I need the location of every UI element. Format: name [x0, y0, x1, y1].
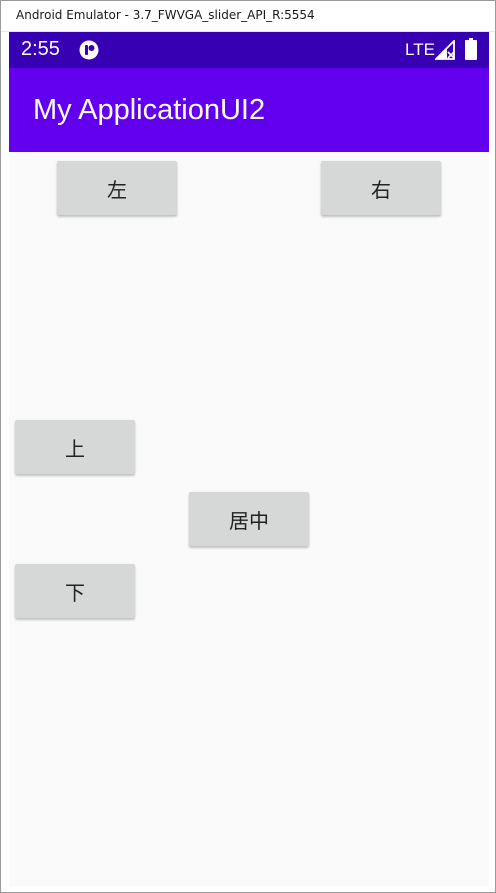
device-screen: 2:55 LTE My ApplicationUI2 左 右 上 居中 下 [9, 32, 489, 886]
left-button[interactable]: 左 [57, 161, 177, 215]
top-button[interactable]: 上 [15, 420, 135, 474]
app-title: My ApplicationUI2 [33, 94, 266, 126]
status-bar: 2:55 LTE [9, 32, 489, 68]
app-bar: My ApplicationUI2 [9, 68, 489, 152]
status-time: 2:55 [21, 38, 60, 60]
window-titlebar[interactable]: Android Emulator - 3.7_FWVGA_slider_API_… [1, 1, 495, 32]
window-title: Android Emulator - 3.7_FWVGA_slider_API_… [16, 8, 315, 22]
battery-icon [465, 38, 477, 60]
notification-icon [79, 40, 99, 60]
center-button[interactable]: 居中 [189, 492, 309, 546]
right-button[interactable]: 右 [321, 161, 441, 215]
signal-icon [435, 40, 455, 60]
bottom-button[interactable]: 下 [15, 564, 135, 618]
emulator-window: Android Emulator - 3.7_FWVGA_slider_API_… [0, 0, 496, 893]
main-content: 左 右 上 居中 下 [9, 152, 489, 886]
network-type: LTE [405, 40, 435, 59]
